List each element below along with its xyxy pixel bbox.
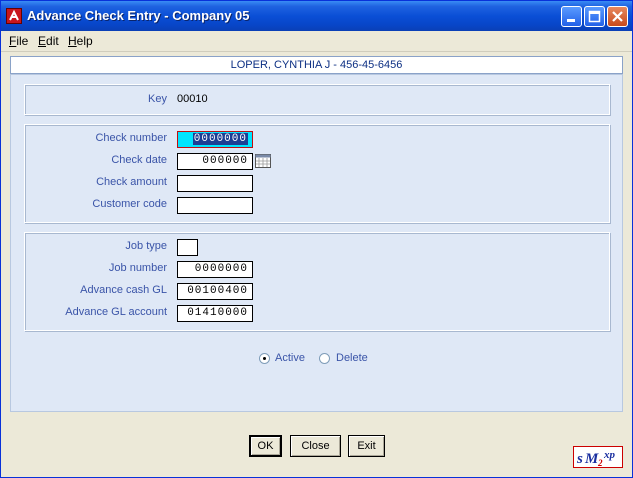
key-label: Key [148,93,167,105]
window-title: Advance Check Entry - Company 05 [27,8,250,23]
check-date-label: Check date [111,154,167,166]
advance-cash-gl-label: Advance cash GL [80,284,167,296]
job-type-label: Job type [125,240,167,252]
menu-bar: File Edit Help [1,31,632,52]
job-number-field[interactable]: 0000000 [177,261,253,278]
job-group: Job type Job number 0000000 Advance cash… [24,232,610,331]
active-radio[interactable] [259,353,270,364]
menu-file[interactable]: File [9,34,28,48]
check-amount-label: Check amount [96,176,167,188]
employee-name-ssn: LOPER, CYNTHIA J - 456-45-6456 [230,59,403,71]
svg-text:s: s [576,451,583,467]
advance-gl-account-field[interactable]: 01410000 [177,305,253,322]
key-value: 00010 [177,93,208,105]
close-button[interactable]: Close [290,435,341,457]
app-logo-icon [6,8,22,24]
check-date-field[interactable]: 000000 [177,153,253,170]
maximize-button[interactable] [584,6,605,27]
menu-edit[interactable]: Edit [38,34,59,48]
main-panel: Key 00010 Check number 0000000 Check dat… [10,74,623,412]
check-amount-field[interactable] [177,175,253,192]
minimize-button[interactable] [561,6,582,27]
delete-radio-label[interactable]: Delete [336,352,368,364]
advance-gl-account-label: Advance GL account [65,306,167,318]
svg-text:2: 2 [597,458,603,467]
smxp-logo-icon: s M 2 xp [576,449,616,468]
customer-code-label: Customer code [92,198,167,210]
key-group: Key 00010 [24,84,610,115]
employee-header: LOPER, CYNTHIA J - 456-45-6456 [10,56,623,74]
check-group: Check number 0000000 Check date 000000 C… [24,124,610,223]
calendar-icon[interactable] [255,154,271,168]
svg-text:xp: xp [603,449,616,461]
exit-button[interactable]: Exit [348,435,385,457]
close-window-button[interactable] [607,6,628,27]
job-number-label: Job number [108,262,167,274]
menu-help[interactable]: Help [68,34,93,48]
smxp-logo: s M 2 xp [573,446,623,468]
customer-code-field[interactable] [177,197,253,214]
advance-cash-gl-field[interactable]: 00100400 [177,283,253,300]
app-window: Advance Check Entry - Company 05 File Ed… [0,0,633,478]
active-radio-label[interactable]: Active [275,352,305,364]
job-type-field[interactable] [177,239,198,256]
svg-text:M: M [584,451,599,467]
check-number-field[interactable]: 0000000 [177,131,253,148]
check-number-label: Check number [95,132,167,144]
delete-radio[interactable] [319,353,330,364]
ok-button[interactable]: OK [249,435,282,457]
title-bar[interactable]: Advance Check Entry - Company 05 [1,1,632,31]
